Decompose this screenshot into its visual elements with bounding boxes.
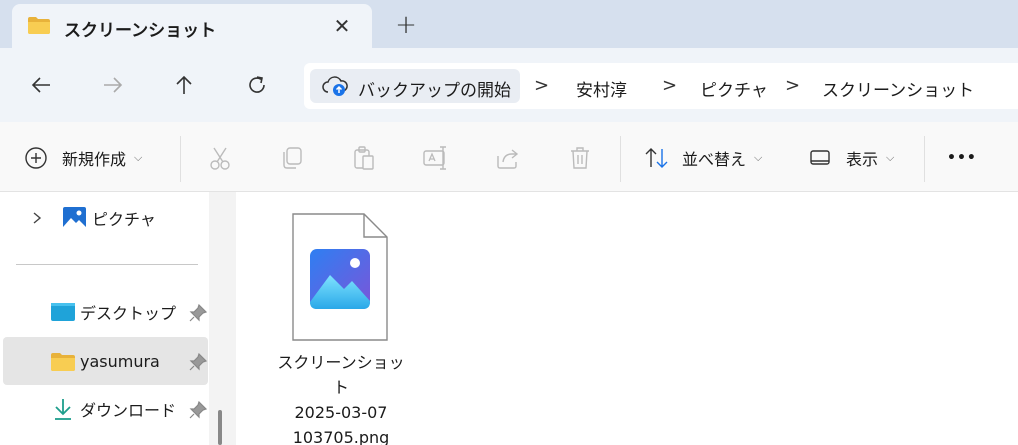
file-list: スクリーンショット 2025-03-07 103705.png (236, 192, 1018, 445)
delete-icon[interactable] (566, 144, 594, 172)
arrow-right-icon (104, 77, 123, 93)
pin-icon[interactable] (189, 304, 207, 322)
up-button[interactable] (167, 68, 201, 102)
view-button[interactable]: 表示 ⌵ (808, 142, 894, 174)
file-name: スクリーンショット 2025-03-07 103705.png (277, 353, 405, 445)
sidebar-item-label: ダウンロード (80, 401, 177, 420)
breadcrumb-separator[interactable]: > (785, 75, 800, 96)
address-bar[interactable]: バックアップの開始 > 安村淳 > ピクチャ > スクリーンショット (304, 63, 1018, 109)
chevron-down-icon: ⌵ (754, 151, 763, 164)
scrollbar-thumb[interactable] (218, 410, 222, 445)
sidebar-item-label: デスクトップ (80, 304, 177, 323)
folder-icon (28, 17, 50, 34)
share-icon[interactable] (494, 144, 522, 172)
view-label: 表示 (846, 150, 879, 169)
pin-icon[interactable] (189, 401, 207, 419)
breadcrumb-pictures[interactable]: ピクチャ (700, 76, 768, 101)
view-icon (810, 150, 830, 165)
arrow-up-icon (176, 75, 192, 94)
sidebar-item-yasumura[interactable]: yasumura (3, 337, 208, 385)
cut-icon[interactable] (206, 144, 234, 172)
sort-label: 並べ替え (682, 150, 747, 169)
chevron-down-icon: ⌵ (134, 151, 143, 164)
navigation-bar: バックアップの開始 > 安村淳 > ピクチャ > スクリーンショット (0, 48, 1018, 122)
image-file-icon (292, 213, 388, 341)
divider (16, 264, 198, 265)
desktop-icon (51, 303, 75, 321)
chevron-down-icon: ⌵ (886, 151, 895, 164)
new-tab-button[interactable]: + (391, 10, 421, 40)
sidebar-item-label: ピクチャ (92, 210, 156, 229)
pin-icon[interactable] (189, 353, 207, 371)
sidebar-item-pictures[interactable]: ピクチャ (3, 194, 208, 242)
toolbar-divider (620, 136, 621, 182)
pictures-icon (63, 207, 86, 229)
toolbar-divider (180, 136, 181, 182)
close-tab-button[interactable]: ✕ (328, 12, 356, 40)
more-options-button[interactable]: ••• (947, 142, 977, 174)
new-button[interactable]: 新規作成 ⌵ (24, 142, 142, 174)
chevron-right-icon[interactable] (32, 212, 42, 224)
breadcrumb-separator[interactable]: > (662, 75, 677, 96)
rename-icon[interactable] (421, 144, 449, 172)
command-bar: 新規作成 ⌵ 並べ替え ⌵ 表示 ⌵ ••• (0, 122, 1018, 192)
scrollbar[interactable] (209, 192, 236, 445)
tab-screenshots[interactable]: スクリーンショット ✕ (12, 4, 372, 48)
sort-icon (645, 148, 668, 168)
sidebar-item-downloads[interactable]: ダウンロード (3, 385, 208, 433)
breadcrumb-screenshots[interactable]: スクリーンショット (822, 76, 974, 101)
refresh-button[interactable] (240, 68, 274, 102)
arrow-left-icon (31, 77, 50, 93)
backup-label: バックアップの開始 (358, 81, 511, 101)
navigation-pane: ピクチャ デスクトップ yasumura ダウンロード (0, 192, 236, 445)
refresh-icon (249, 76, 265, 93)
download-icon (55, 399, 71, 420)
toolbar-divider (924, 136, 925, 182)
sidebar-item-label: yasumura (80, 351, 160, 371)
tab-title: スクリーンショット (64, 21, 217, 41)
backup-button[interactable]: バックアップの開始 (310, 69, 520, 103)
sort-button[interactable]: 並べ替え ⌵ (644, 142, 762, 174)
breadcrumb-user[interactable]: 安村淳 (576, 76, 627, 101)
cloud-upload-icon (322, 76, 348, 96)
file-item[interactable]: スクリーンショット 2025-03-07 103705.png (276, 212, 406, 445)
paste-icon[interactable] (350, 144, 378, 172)
back-button[interactable] (24, 68, 58, 102)
tab-strip: スクリーンショット ✕ + (0, 0, 1018, 48)
forward-button[interactable] (96, 68, 130, 102)
plus-circle-icon (25, 147, 47, 169)
folder-icon (51, 353, 75, 371)
sidebar-item-desktop[interactable]: デスクトップ (3, 288, 208, 336)
new-label: 新規作成 (62, 150, 127, 169)
breadcrumb-separator[interactable]: > (534, 75, 549, 96)
copy-icon[interactable] (278, 144, 306, 172)
